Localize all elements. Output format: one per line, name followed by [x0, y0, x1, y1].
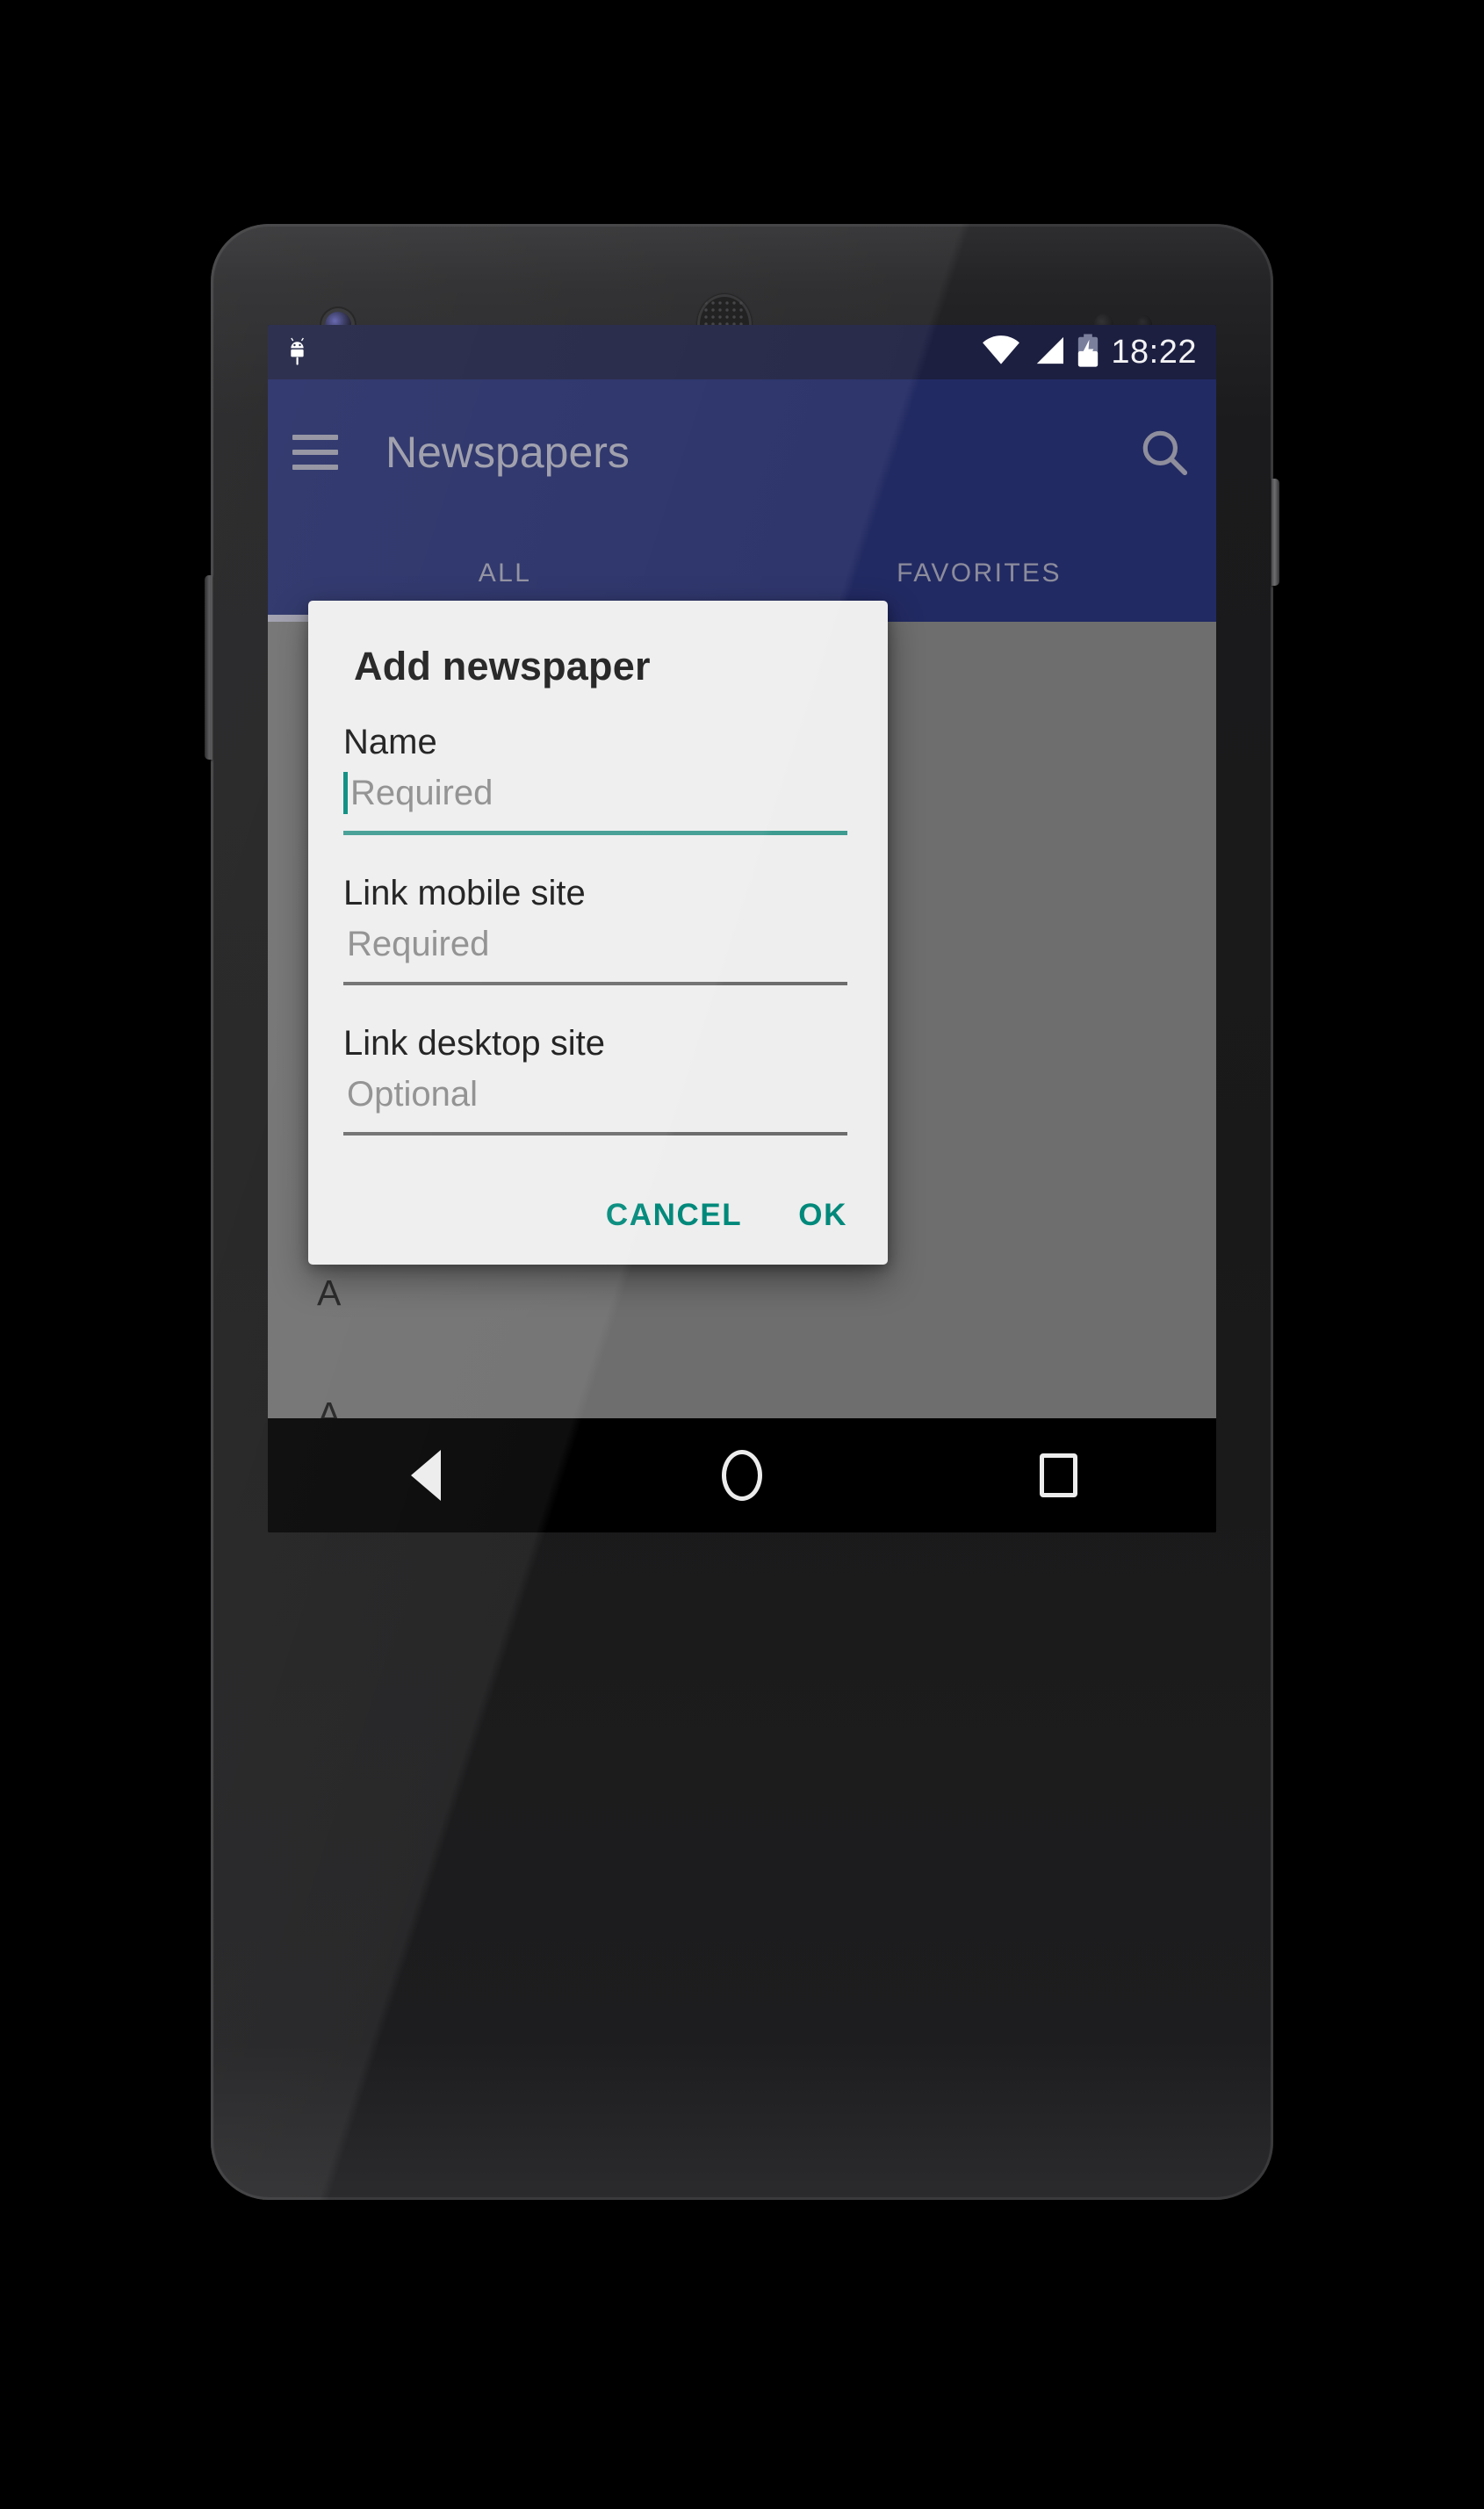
field-link-desktop-label: Link desktop site [343, 1024, 605, 1063]
list-item-label: A [317, 1395, 342, 1418]
text-cursor [343, 772, 348, 814]
field-link-mobile: Link mobile site Required [343, 874, 847, 985]
recents-button[interactable] [1005, 1418, 1111, 1532]
back-button[interactable] [373, 1418, 479, 1532]
hamburger-menu-icon[interactable] [292, 435, 338, 470]
field-link-desktop: Link desktop site Optional [343, 1024, 847, 1136]
link-mobile-input-placeholder: Required [347, 924, 490, 963]
volume-rocker-button[interactable] [205, 575, 213, 760]
list-item[interactable]: A [268, 1354, 1216, 1418]
status-bar-clock: 18:22 [1111, 333, 1197, 371]
name-input-underline [343, 831, 847, 835]
link-mobile-input[interactable]: Required [343, 917, 847, 971]
link-mobile-input-underline [343, 982, 847, 985]
phone-device-frame: 18:22 Newspapers ALL FAVORITES A A Add n… [205, 224, 1279, 2200]
add-newspaper-dialog: Add newspaper Name Required Link mobile … [308, 601, 888, 1265]
back-triangle-icon [411, 1450, 441, 1501]
wifi-full-icon [982, 335, 1020, 370]
cellular-signal-icon [1032, 335, 1065, 370]
status-bar: 18:22 [268, 325, 1216, 379]
recents-square-icon [1039, 1453, 1077, 1497]
search-icon[interactable] [1137, 425, 1192, 479]
status-bar-icons: 18:22 [982, 334, 1197, 371]
link-desktop-input-placeholder: Optional [347, 1074, 478, 1114]
cancel-button[interactable]: CANCEL [601, 1189, 747, 1242]
name-input[interactable]: Required [343, 766, 847, 820]
android-navigation-bar [268, 1418, 1216, 1532]
home-button[interactable] [689, 1418, 795, 1532]
battery-charging-icon [1077, 333, 1099, 371]
app-bar: Newspapers [268, 379, 1216, 525]
android-robot-icon [287, 337, 313, 367]
name-input-placeholder: Required [350, 773, 493, 812]
tab-all-label: ALL [478, 559, 532, 588]
power-button[interactable] [1271, 479, 1279, 586]
dialog-title: Add newspaper [354, 644, 651, 689]
field-name: Name Required [343, 723, 847, 835]
link-desktop-input[interactable]: Optional [343, 1067, 847, 1121]
tab-favorites-label: FAVORITES [897, 559, 1062, 588]
list-item-label: A [317, 1273, 342, 1313]
dialog-actions: CANCEL OK [601, 1189, 853, 1242]
home-circle-icon [722, 1450, 762, 1501]
link-desktop-input-underline [343, 1132, 847, 1136]
dialog-fields: Name Required Link mobile site Required [308, 723, 888, 1136]
phone-screen: 18:22 Newspapers ALL FAVORITES A A Add n… [268, 325, 1216, 1532]
field-name-label: Name [343, 723, 437, 761]
ok-button[interactable]: OK [793, 1189, 853, 1242]
page-title: Newspapers [385, 428, 630, 477]
field-link-mobile-label: Link mobile site [343, 874, 586, 912]
